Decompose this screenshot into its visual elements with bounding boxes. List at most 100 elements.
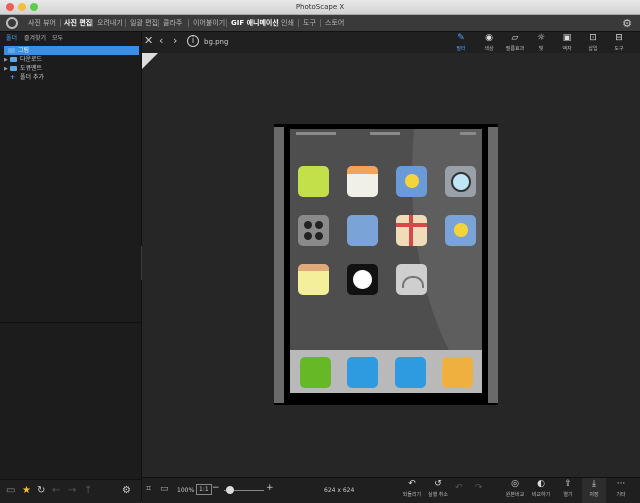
window-title: PhotoScape X [295,3,345,11]
upload-icon: ⇪ [564,479,572,489]
title-bar: PhotoScape X [0,0,640,15]
app-icon [298,166,329,197]
menu-tools[interactable]: 도구 [303,15,316,31]
redo-button[interactable]: ↺ 실행 취소 [425,478,451,498]
menu-store[interactable]: 스토어 [325,15,344,31]
menu-combine[interactable]: 이어붙이기 [193,15,225,31]
phone-image [274,124,498,405]
close-window-button[interactable] [6,3,14,11]
tool-filter[interactable]: ✎ 필터 [450,33,472,53]
image-dimensions: 624 x 624 [324,487,355,494]
moon-app-icon [445,215,476,246]
forward-icon[interactable]: ↷ [475,483,483,493]
compare-button[interactable]: ◐ 비교하기 [528,478,554,498]
tree-item-documents[interactable]: ▶ 도큐멘트 [0,64,141,73]
gift-app-icon [396,215,427,246]
crop-icon[interactable]: ⌗ [146,484,151,494]
notes-app-icon [298,264,329,295]
app-icon [347,215,378,246]
forward-arrow-icon[interactable]: → [68,485,76,496]
back-arrow-icon[interactable]: ← [52,485,60,496]
phone-screen [290,129,482,393]
zoom-in-icon[interactable]: + [266,483,274,493]
editor-bottom-bar: ⌗ ▭ 100% 1:1 − + 624 x 624 ↶ 되돌리기 ↺ 실행 취… [142,477,640,503]
tool-light[interactable]: ☼ 빛 [530,33,552,53]
left-tabs: 폴더 즐겨찾기 모두 [0,32,141,43]
pro-ribbon-icon [142,53,158,69]
grid-app-icon [298,215,329,246]
tree-item-downloads[interactable]: ▶ 다운로드 [0,55,141,64]
phone-dock [290,350,482,393]
menu-photo-viewer[interactable]: 사진 뷰어 [28,15,56,31]
minimize-window-button[interactable] [18,3,26,11]
sidebar-toggle-icon[interactable]: ▭ [6,485,15,496]
compare2-icon: ◐ [537,479,545,489]
tool-frame[interactable]: ▣ 액자 [556,33,578,53]
main-menu-bar: 사진 뷰어 사진 편집 오려내기 일괄 편집 콜라주 이어붙이기 GIF 애니메… [0,15,640,32]
info-icon[interactable]: i [187,35,199,47]
tool-tools[interactable]: ⊟ 도구 [608,33,630,53]
save-icon: ⤓ [592,479,596,489]
dock-app-icon [300,357,331,388]
menu-photo-editor[interactable]: 사진 편집 [64,15,92,31]
folder-icon [8,48,15,53]
menu-gif[interactable]: GIF 애니메이션 [231,15,279,31]
tab-favorites[interactable]: 즐겨찾기 [24,33,46,42]
zoom-window-button[interactable] [30,3,38,11]
zoom-1to1-button[interactable]: 1:1 [196,484,212,495]
panel-settings-gear-icon[interactable]: ⚙ [122,485,131,496]
zoom-level: 100% [177,487,195,494]
save-button[interactable]: ⤓ 저장 [581,478,607,498]
previous-icon[interactable]: ‹ [159,34,163,47]
record-app-icon [347,264,378,295]
tools-icon: ⊟ [615,33,623,43]
panel-divider[interactable] [0,322,141,323]
dock-app-icon [395,357,426,388]
menu-cut-out[interactable]: 오려내기 [97,15,123,31]
compare-original-button[interactable]: ◎ 원본비교 [502,478,528,498]
close-icon[interactable]: ✕ [144,34,153,47]
more-icon: ··· [616,479,626,489]
tab-folders[interactable]: 폴더 [6,33,17,42]
sun-icon: ☼ [536,33,546,43]
pencil-icon: ✎ [457,33,465,43]
sticky-note-icon: ▱ [511,33,519,43]
back-icon[interactable]: ↶ [455,483,463,493]
left-panel: 폴더 즐겨찾기 모두 그림 ▶ 다운로드 ▶ 도큐멘트 + 폴더 추가 ▭ ★ ↻ ←… [0,32,142,503]
fit-icon[interactable]: ▭ [160,484,169,494]
settings-gear-icon[interactable]: ⚙ [622,17,632,30]
tool-film[interactable]: ▱ 필름효과 [504,33,526,53]
insert-icon: ⊡ [589,33,597,43]
plus-icon: + [10,74,16,81]
more-button[interactable]: ··· 기타 [608,478,634,498]
compare-icon: ◎ [511,479,519,489]
file-name: bg.png [204,38,229,46]
menu-batch[interactable]: 일괄 편집 [130,15,158,31]
editor-top-bar: ✕ ‹ › i bg.png ✎ 필터 ◉ 색상 ▱ 필름효과 ☼ 빛 ▣ 액자… [142,32,640,52]
tree-item-add-folder[interactable]: + 폴더 추가 [0,73,141,82]
redo-icon: ↺ [434,479,442,489]
menu-collage[interactable]: 콜라주 [163,15,182,31]
up-arrow-icon[interactable]: ↑ [84,485,92,496]
tool-insert[interactable]: ⊡ 삽입 [582,33,604,53]
refresh-icon[interactable]: ↻ [37,485,45,496]
left-bottom-bar: ▭ ★ ↻ ← → ↑ ⚙ [0,479,141,503]
dock-app-icon [442,357,473,388]
undo-button[interactable]: ↶ 되돌리기 [399,478,425,498]
open-button[interactable]: ⇪ 열기 [555,478,581,498]
tool-color[interactable]: ◉ 색상 [478,33,500,53]
menu-print[interactable]: 인쇄 [281,15,294,31]
gauge-app-icon [396,264,427,295]
frame-icon: ▣ [562,33,572,43]
circle-icon: ◉ [485,33,493,43]
image-canvas[interactable] [142,53,640,477]
tree-item-pictures[interactable]: 그림 [4,46,139,55]
star-icon[interactable]: ★ [22,485,31,496]
camera-app-icon [445,166,476,197]
next-icon[interactable]: › [173,34,177,47]
weather-app-icon [396,166,427,197]
tab-all[interactable]: 모두 [52,33,63,42]
zoom-out-icon[interactable]: − [212,483,220,493]
app-logo-icon[interactable] [6,17,18,29]
zoom-slider-handle[interactable] [226,486,234,494]
